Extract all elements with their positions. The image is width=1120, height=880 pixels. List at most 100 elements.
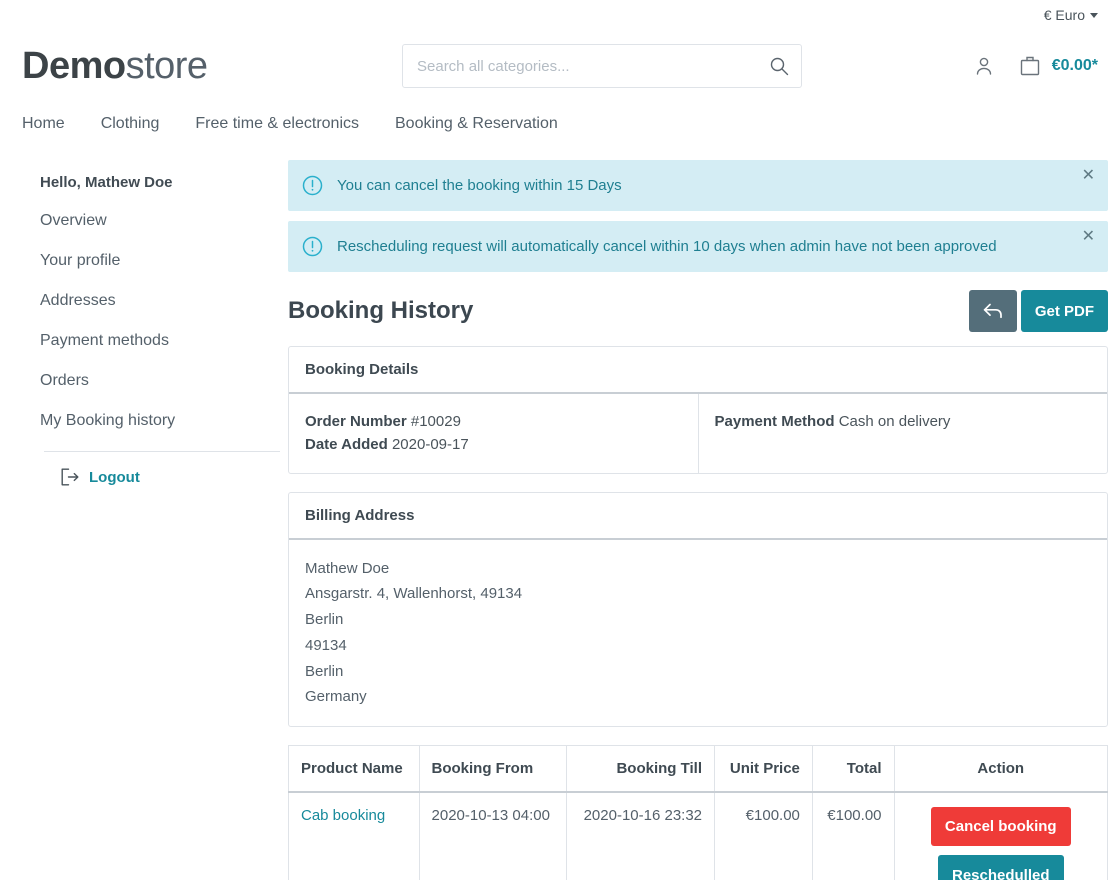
table-header-row: Product Name Booking From Booking Till U… [288,745,1108,794]
nav-item-home[interactable]: Home [22,115,65,133]
payment-method-label: Payment Method [714,413,835,430]
cart-button[interactable]: €0.00* [1018,53,1098,79]
logout-icon [60,468,80,486]
reschedulled-button[interactable]: Reschedulled [937,855,1064,880]
booking-details-heading: Booking Details [289,347,1107,394]
booking-details-left-column: Order Number #10029 Date Added 2020-09-1… [289,394,698,473]
date-added-label: Date Added [305,436,388,454]
sidebar-divider [44,451,280,452]
info-circle-icon [302,175,323,196]
payment-method-row: Payment Method Cash on delivery [715,410,1092,433]
column-header-unit-price: Unit Price [714,745,813,794]
address-line: Ansgarstr. 4, Wallenhorst, 49134 [305,585,523,603]
sidebar-item-my-booking-history[interactable]: My Booking history [22,401,280,441]
account-sidebar: Hello, Mathew Doe Overview Your profile … [22,160,280,880]
header-actions: €0.00* [972,53,1098,79]
sidebar-greeting: Hello, Mathew Doe [40,174,173,191]
cart-total-amount: €0.00* [1051,57,1098,74]
logo-bold-text: Demo [22,45,126,87]
address-line: Germany [305,688,367,706]
account-content: You can cancel the booking within 15 Day… [280,160,1120,880]
user-icon [972,54,996,78]
billing-address-card: Billing Address Mathew Doe Ansgarstr. 4,… [288,491,1108,728]
sidebar-item-label[interactable]: Overview [22,201,280,241]
shopping-bag-icon [1018,53,1042,79]
cell-action: Cancel booking Reschedulled Rescheduling… [894,792,1107,880]
close-icon[interactable]: ✕ [1079,227,1098,247]
get-pdf-button[interactable]: Get PDF [1020,290,1108,332]
sidebar-item-label[interactable]: Orders [22,361,280,401]
alert-reschedule-window: Rescheduling request will automatically … [288,221,1108,272]
sidebar-item-label[interactable]: Your profile [22,241,280,281]
table-row: Cab booking 2020-10-13 04:00 2020-10-16 … [288,792,1108,880]
main-navigation: Home Clothing Free time & electronics Bo… [0,102,1120,146]
date-added-value: 2020-09-17 [391,436,469,454]
alert-cancel-window: You can cancel the booking within 15 Day… [288,160,1108,211]
column-header-booking-till: Booking Till [566,745,716,794]
cell-booking-from: 2020-10-13 04:00 [419,792,568,880]
logout-button[interactable]: Logout [60,468,280,486]
logo-light-text: store [125,45,208,87]
sidebar-item-overview[interactable]: Overview [22,201,280,241]
column-header-booking-from: Booking From [419,745,568,794]
product-link[interactable]: Cab booking [301,807,385,824]
cell-booking-till: 2020-10-16 23:32 [566,792,716,880]
search-icon [769,56,789,76]
table-head: Product Name Booking From Booking Till U… [288,745,1108,794]
nav-item-free-time-electronics[interactable]: Free time & electronics [195,115,359,133]
search-bar [402,44,802,88]
billing-address-body: Mathew Doe Ansgarstr. 4, Wallenhorst, 49… [289,540,1107,727]
cancel-booking-button[interactable]: Cancel booking [930,807,1071,847]
back-button[interactable] [968,290,1017,332]
address-line: Mathew Doe [305,559,390,577]
payment-method-value: Cash on delivery [838,413,951,430]
billing-address-heading: Billing Address [289,493,1107,540]
sidebar-item-addresses[interactable]: Addresses [22,281,280,321]
content-header-actions: Get PDF [968,290,1108,332]
site-header: Demostore Search all categories... €0.00… [0,30,1120,102]
account-button[interactable] [972,54,996,78]
search-button[interactable] [760,44,798,88]
sidebar-item-payment-methods[interactable]: Payment methods [22,321,280,361]
booking-details-right-column: Payment Method Cash on delivery [697,394,1108,473]
chevron-down-icon [1090,12,1098,18]
cell-product-name: Cab booking [288,792,420,880]
booking-details-card: Booking Details Order Number #10029 Date… [288,346,1108,474]
page-body: Hello, Mathew Doe Overview Your profile … [0,146,1120,880]
nav-item-clothing[interactable]: Clothing [101,115,160,133]
top-utility-bar: € Euro [0,0,1120,30]
address-line: Berlin [305,611,344,629]
info-circle-icon [302,236,323,257]
cell-unit-price: €100.00 [714,792,813,880]
page-title: Booking History [288,297,474,324]
close-icon[interactable]: ✕ [1079,166,1098,186]
sidebar-item-label[interactable]: Addresses [22,281,280,321]
content-header: Booking History Get PDF [288,290,1108,332]
undo-arrow-icon [981,300,1005,322]
alert-message: Rescheduling request will automatically … [337,237,997,255]
order-number-row: Order Number #10029 [305,410,682,433]
booking-details-body: Order Number #10029 Date Added 2020-09-1… [289,394,1107,473]
currency-label: € Euro [1043,7,1085,23]
site-logo[interactable]: Demostore [22,47,402,85]
sidebar-menu: Overview Your profile Addresses Payment … [22,201,280,441]
order-number-value: #10029 [410,413,461,430]
order-number-label: Order Number [305,413,407,430]
cell-total: €100.00 [812,792,895,880]
currency-switcher[interactable]: € Euro [1044,7,1098,23]
date-added-row: Date Added 2020-09-17 [305,433,682,456]
logout-label: Logout [89,468,140,486]
search-input[interactable] [402,44,802,88]
address-line: Berlin [305,662,344,680]
sidebar-item-label[interactable]: My Booking history [22,401,280,441]
column-header-action: Action [894,745,1108,794]
address-line: 49134 [305,636,347,654]
row-action-buttons: Cancel booking Reschedulled Rescheduling… [907,807,1095,880]
nav-item-booking-reservation[interactable]: Booking & Reservation [395,115,558,133]
sidebar-item-label[interactable]: Payment methods [22,321,280,361]
column-header-total: Total [812,745,895,794]
table-body: Cab booking 2020-10-13 04:00 2020-10-16 … [288,792,1108,880]
sidebar-item-orders[interactable]: Orders [22,361,280,401]
sidebar-item-your-profile[interactable]: Your profile [22,241,280,281]
alert-message: You can cancel the booking within 15 Day… [337,176,622,194]
